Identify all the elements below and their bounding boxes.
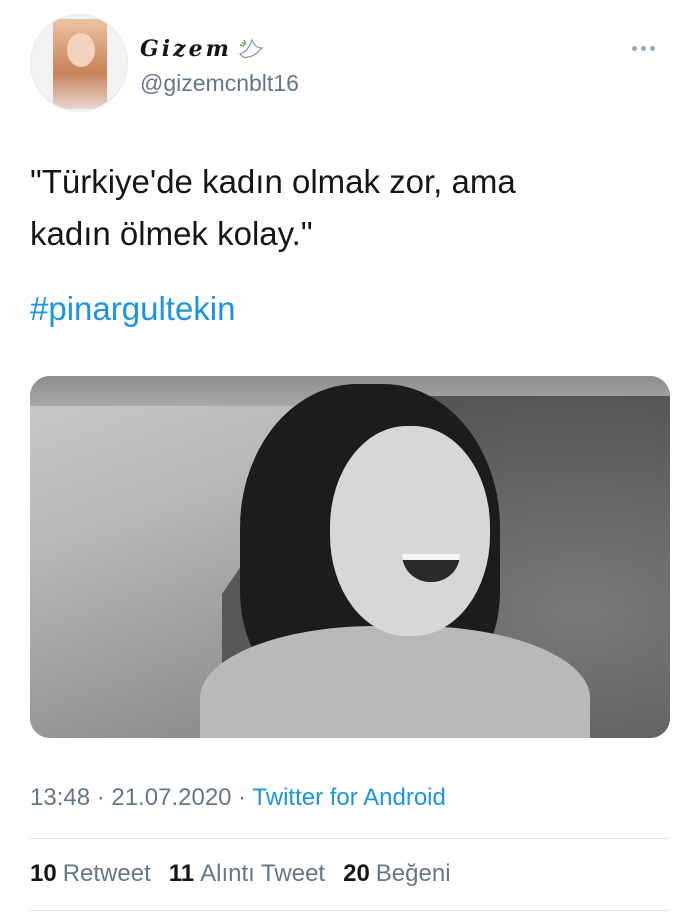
more-options-icon[interactable] [632, 38, 664, 52]
like-count[interactable]: 20 Beğeni [343, 860, 450, 888]
divider [30, 838, 670, 839]
divider [30, 910, 670, 911]
hashtag-link[interactable]: #pinargultekin [30, 290, 235, 328]
quote-tweet-count[interactable]: 11 Alıntı Tweet [169, 860, 325, 888]
tweet-meta: 13:48 · 21.07.2020 · Twitter for Android [30, 784, 446, 812]
tweet-text: "Türkiye'de kadın olmak zor, ama kadın ö… [30, 163, 516, 252]
name-row: Gizem [140, 34, 266, 64]
tweet-date[interactable]: 21.07.2020 [111, 784, 231, 811]
tweet-stats: 10 Retweet 11 Alıntı Tweet 20 Beğeni [30, 860, 451, 888]
meta-separator: · [90, 784, 112, 811]
meta-separator: · [231, 784, 253, 811]
user-handle[interactable]: @gizemcnblt16 [140, 70, 299, 97]
tweet-photo[interactable] [30, 376, 670, 738]
tweet-header: Gizem @gizemcnblt16 [30, 14, 670, 114]
avatar-face [67, 33, 95, 67]
retweet-count[interactable]: 10 Retweet [30, 860, 151, 888]
dove-icon [238, 38, 264, 58]
photo-face [330, 426, 490, 636]
avatar[interactable] [30, 14, 128, 112]
tweet-source-link[interactable]: Twitter for Android [252, 784, 445, 811]
tweet-time[interactable]: 13:48 [30, 784, 90, 811]
display-name[interactable]: Gizem [140, 36, 232, 62]
